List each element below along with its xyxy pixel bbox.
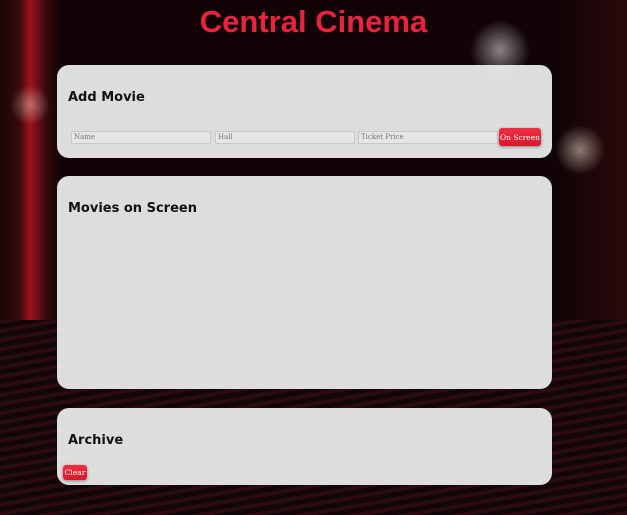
add-movie-panel: Add Movie On Screen: [57, 65, 552, 158]
hall-input[interactable]: [215, 131, 355, 144]
page-title: Central Cinema: [199, 4, 428, 39]
clear-button[interactable]: Clear: [63, 465, 87, 480]
archive-heading: Archive: [68, 433, 124, 448]
on-screen-button[interactable]: On Screen: [499, 128, 541, 146]
name-input[interactable]: [71, 131, 211, 144]
movies-on-screen-panel: Movies on Screen: [57, 176, 552, 389]
ticket-price-input[interactable]: [358, 131, 498, 144]
movies-on-screen-heading: Movies on Screen: [68, 201, 197, 216]
archive-panel: Archive Clear: [57, 408, 552, 485]
add-movie-heading: Add Movie: [68, 90, 145, 105]
